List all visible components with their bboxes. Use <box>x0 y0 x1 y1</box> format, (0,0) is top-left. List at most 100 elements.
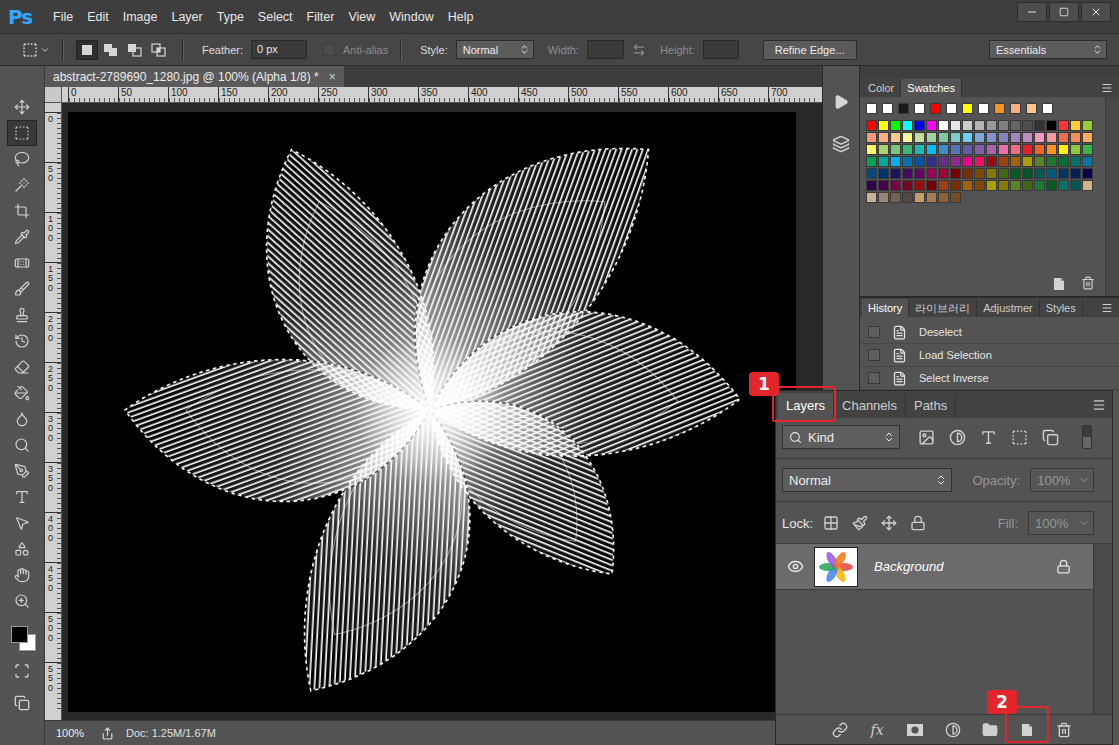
swatch[interactable] <box>950 192 961 203</box>
trash-icon[interactable] <box>1056 722 1072 738</box>
swatch[interactable] <box>950 120 961 131</box>
tool-preset-picker[interactable] <box>22 42 50 58</box>
swatch[interactable] <box>1034 120 1045 131</box>
swatch[interactable] <box>962 132 973 143</box>
swatch[interactable] <box>866 144 877 155</box>
swatch[interactable] <box>938 192 949 203</box>
swatch[interactable] <box>866 192 877 203</box>
layer-style-button[interactable]: fx <box>869 722 885 738</box>
style-select[interactable]: Normal <box>456 40 534 59</box>
swatch[interactable] <box>1010 132 1021 143</box>
swatch[interactable] <box>1058 132 1069 143</box>
type-tool[interactable] <box>7 484 37 510</box>
swatch[interactable] <box>902 168 913 179</box>
swatch[interactable] <box>1010 180 1021 191</box>
refine-edge-button[interactable]: Refine Edge... <box>763 40 857 60</box>
pen-tool[interactable] <box>7 458 37 484</box>
workspace-select[interactable]: Essentials <box>989 40 1107 59</box>
swatch[interactable] <box>914 132 925 143</box>
swatch[interactable] <box>1058 168 1069 179</box>
swatch[interactable] <box>902 120 913 131</box>
swatch[interactable] <box>1082 156 1093 167</box>
swatch[interactable] <box>926 144 937 155</box>
scrollbar[interactable] <box>1093 544 1112 714</box>
swatch[interactable] <box>1046 180 1057 191</box>
swatch[interactable] <box>1034 180 1045 191</box>
foreground-color[interactable] <box>11 626 28 643</box>
healing-tool[interactable] <box>7 250 37 276</box>
swatch[interactable] <box>986 144 997 155</box>
swatch[interactable] <box>1026 103 1037 114</box>
hand-tool[interactable] <box>7 562 37 588</box>
maximize-button[interactable] <box>1049 2 1079 22</box>
swatch[interactable] <box>986 180 997 191</box>
document-tab[interactable]: abstract-2789690_1280.jpg @ 100% (Alpha … <box>45 66 344 87</box>
lock-transparency-icon[interactable] <box>823 515 839 531</box>
swatch[interactable] <box>998 156 1009 167</box>
panel-tab[interactable]: Paths <box>906 393 956 418</box>
swatch[interactable] <box>914 168 925 179</box>
swatch[interactable] <box>974 144 985 155</box>
swatch[interactable] <box>1022 180 1033 191</box>
anti-alias-checkbox[interactable] <box>323 44 335 56</box>
swatch[interactable] <box>1058 180 1069 191</box>
swatch[interactable] <box>878 168 889 179</box>
menu-item[interactable]: Select <box>251 7 300 27</box>
path-selection-tool[interactable] <box>7 510 37 536</box>
menu-item[interactable]: Layer <box>164 7 209 27</box>
menu-item[interactable]: File <box>46 7 80 27</box>
history-source-box[interactable] <box>868 372 880 384</box>
swatch[interactable] <box>878 180 889 191</box>
swatch[interactable] <box>926 132 937 143</box>
swatch[interactable] <box>962 120 973 131</box>
adjustment-layer-icon[interactable] <box>945 722 961 738</box>
swatch[interactable] <box>890 168 901 179</box>
history-source-box[interactable] <box>868 326 880 338</box>
swatch[interactable] <box>1034 132 1045 143</box>
swatch[interactable] <box>1070 180 1081 191</box>
swatch[interactable] <box>1034 156 1045 167</box>
lock-pixels-icon[interactable] <box>852 515 868 531</box>
swatch[interactable] <box>1082 120 1093 131</box>
opacity-field[interactable]: 100% <box>1030 468 1094 492</box>
swatch[interactable] <box>962 180 973 191</box>
panel-tab[interactable]: History <box>862 299 909 317</box>
swatch[interactable] <box>998 120 1009 131</box>
quick-mask-button[interactable] <box>7 658 37 684</box>
blend-mode-select[interactable]: Normal <box>782 468 952 492</box>
swatch[interactable] <box>998 168 1009 179</box>
swatch[interactable] <box>1058 120 1069 131</box>
swatch[interactable] <box>1046 156 1057 167</box>
swatch[interactable] <box>902 156 913 167</box>
menu-item[interactable]: Filter <box>300 7 342 27</box>
swatch[interactable] <box>1070 120 1081 131</box>
swatch[interactable] <box>914 144 925 155</box>
swatch[interactable] <box>974 180 985 191</box>
swatch[interactable] <box>950 132 961 143</box>
blur-tool[interactable] <box>7 406 37 432</box>
swatch[interactable] <box>926 156 937 167</box>
dodge-tool[interactable] <box>7 432 37 458</box>
visibility-toggle[interactable] <box>776 558 814 575</box>
swatch[interactable] <box>902 144 913 155</box>
swatch[interactable] <box>1070 144 1081 155</box>
menu-item[interactable]: Edit <box>80 7 116 27</box>
swatch[interactable] <box>1010 120 1021 131</box>
brush-tool[interactable] <box>7 276 37 302</box>
pixel-filter-icon[interactable] <box>918 429 935 446</box>
layer-name[interactable]: Background <box>874 559 943 574</box>
swatch[interactable] <box>1070 168 1081 179</box>
swatch[interactable] <box>938 180 949 191</box>
swatch[interactable] <box>866 132 877 143</box>
swatch[interactable] <box>938 120 949 131</box>
swatch[interactable] <box>974 156 985 167</box>
swatch[interactable] <box>998 144 1009 155</box>
crop-tool[interactable] <box>7 198 37 224</box>
swatch[interactable] <box>866 156 877 167</box>
swatch[interactable] <box>926 180 937 191</box>
swatch[interactable] <box>974 120 985 131</box>
swatch[interactable] <box>1034 168 1045 179</box>
canvas[interactable] <box>68 112 796 712</box>
swatch[interactable] <box>1042 103 1053 114</box>
panel-tab[interactable]: 라이브러리 <box>909 299 977 317</box>
